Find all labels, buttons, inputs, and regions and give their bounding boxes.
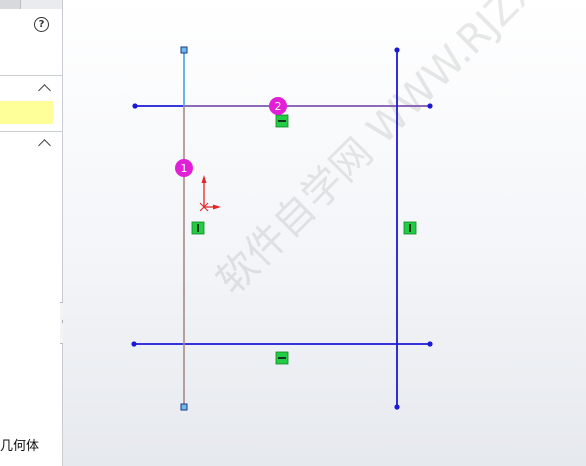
endpoint[interactable] [394,404,400,410]
selected-endpoint-handle[interactable] [180,46,188,54]
sketch-origin-icon [199,175,221,212]
endpoint[interactable] [427,341,433,347]
graphics-area[interactable]: 软件自学网 WWW.RJZXW.COM 1 2 [63,0,586,466]
sketch-canvas[interactable]: 软件自学网 WWW.RJZXW.COM 1 2 [63,0,586,466]
horizontal-relation-icon[interactable] [275,351,289,365]
section-divider [0,75,62,76]
help-icon[interactable]: ? [34,17,49,32]
section-divider [0,131,62,132]
endpoint[interactable] [131,341,137,347]
panel-tab[interactable] [0,0,21,9]
endpoint[interactable] [394,47,400,53]
geometry-label: 几何体 [0,439,40,454]
selected-endpoint-handle[interactable] [180,403,188,411]
collapse-chevron-icon[interactable] [38,84,51,97]
vertical-relation-icon[interactable] [403,221,417,235]
endpoint[interactable] [132,103,138,109]
marker-2: 2 [269,97,287,115]
marker-1: 1 [175,159,193,177]
endpoint[interactable] [427,103,433,109]
marker-label: 2 [275,100,282,113]
property-panel: ? 几何体 [0,0,63,466]
collapse-chevron-icon[interactable] [38,139,51,152]
vertical-relation-icon[interactable] [191,221,205,235]
selection-field[interactable] [0,101,53,124]
marker-label: 1 [181,162,188,175]
horizontal-relation-icon[interactable] [275,114,289,128]
